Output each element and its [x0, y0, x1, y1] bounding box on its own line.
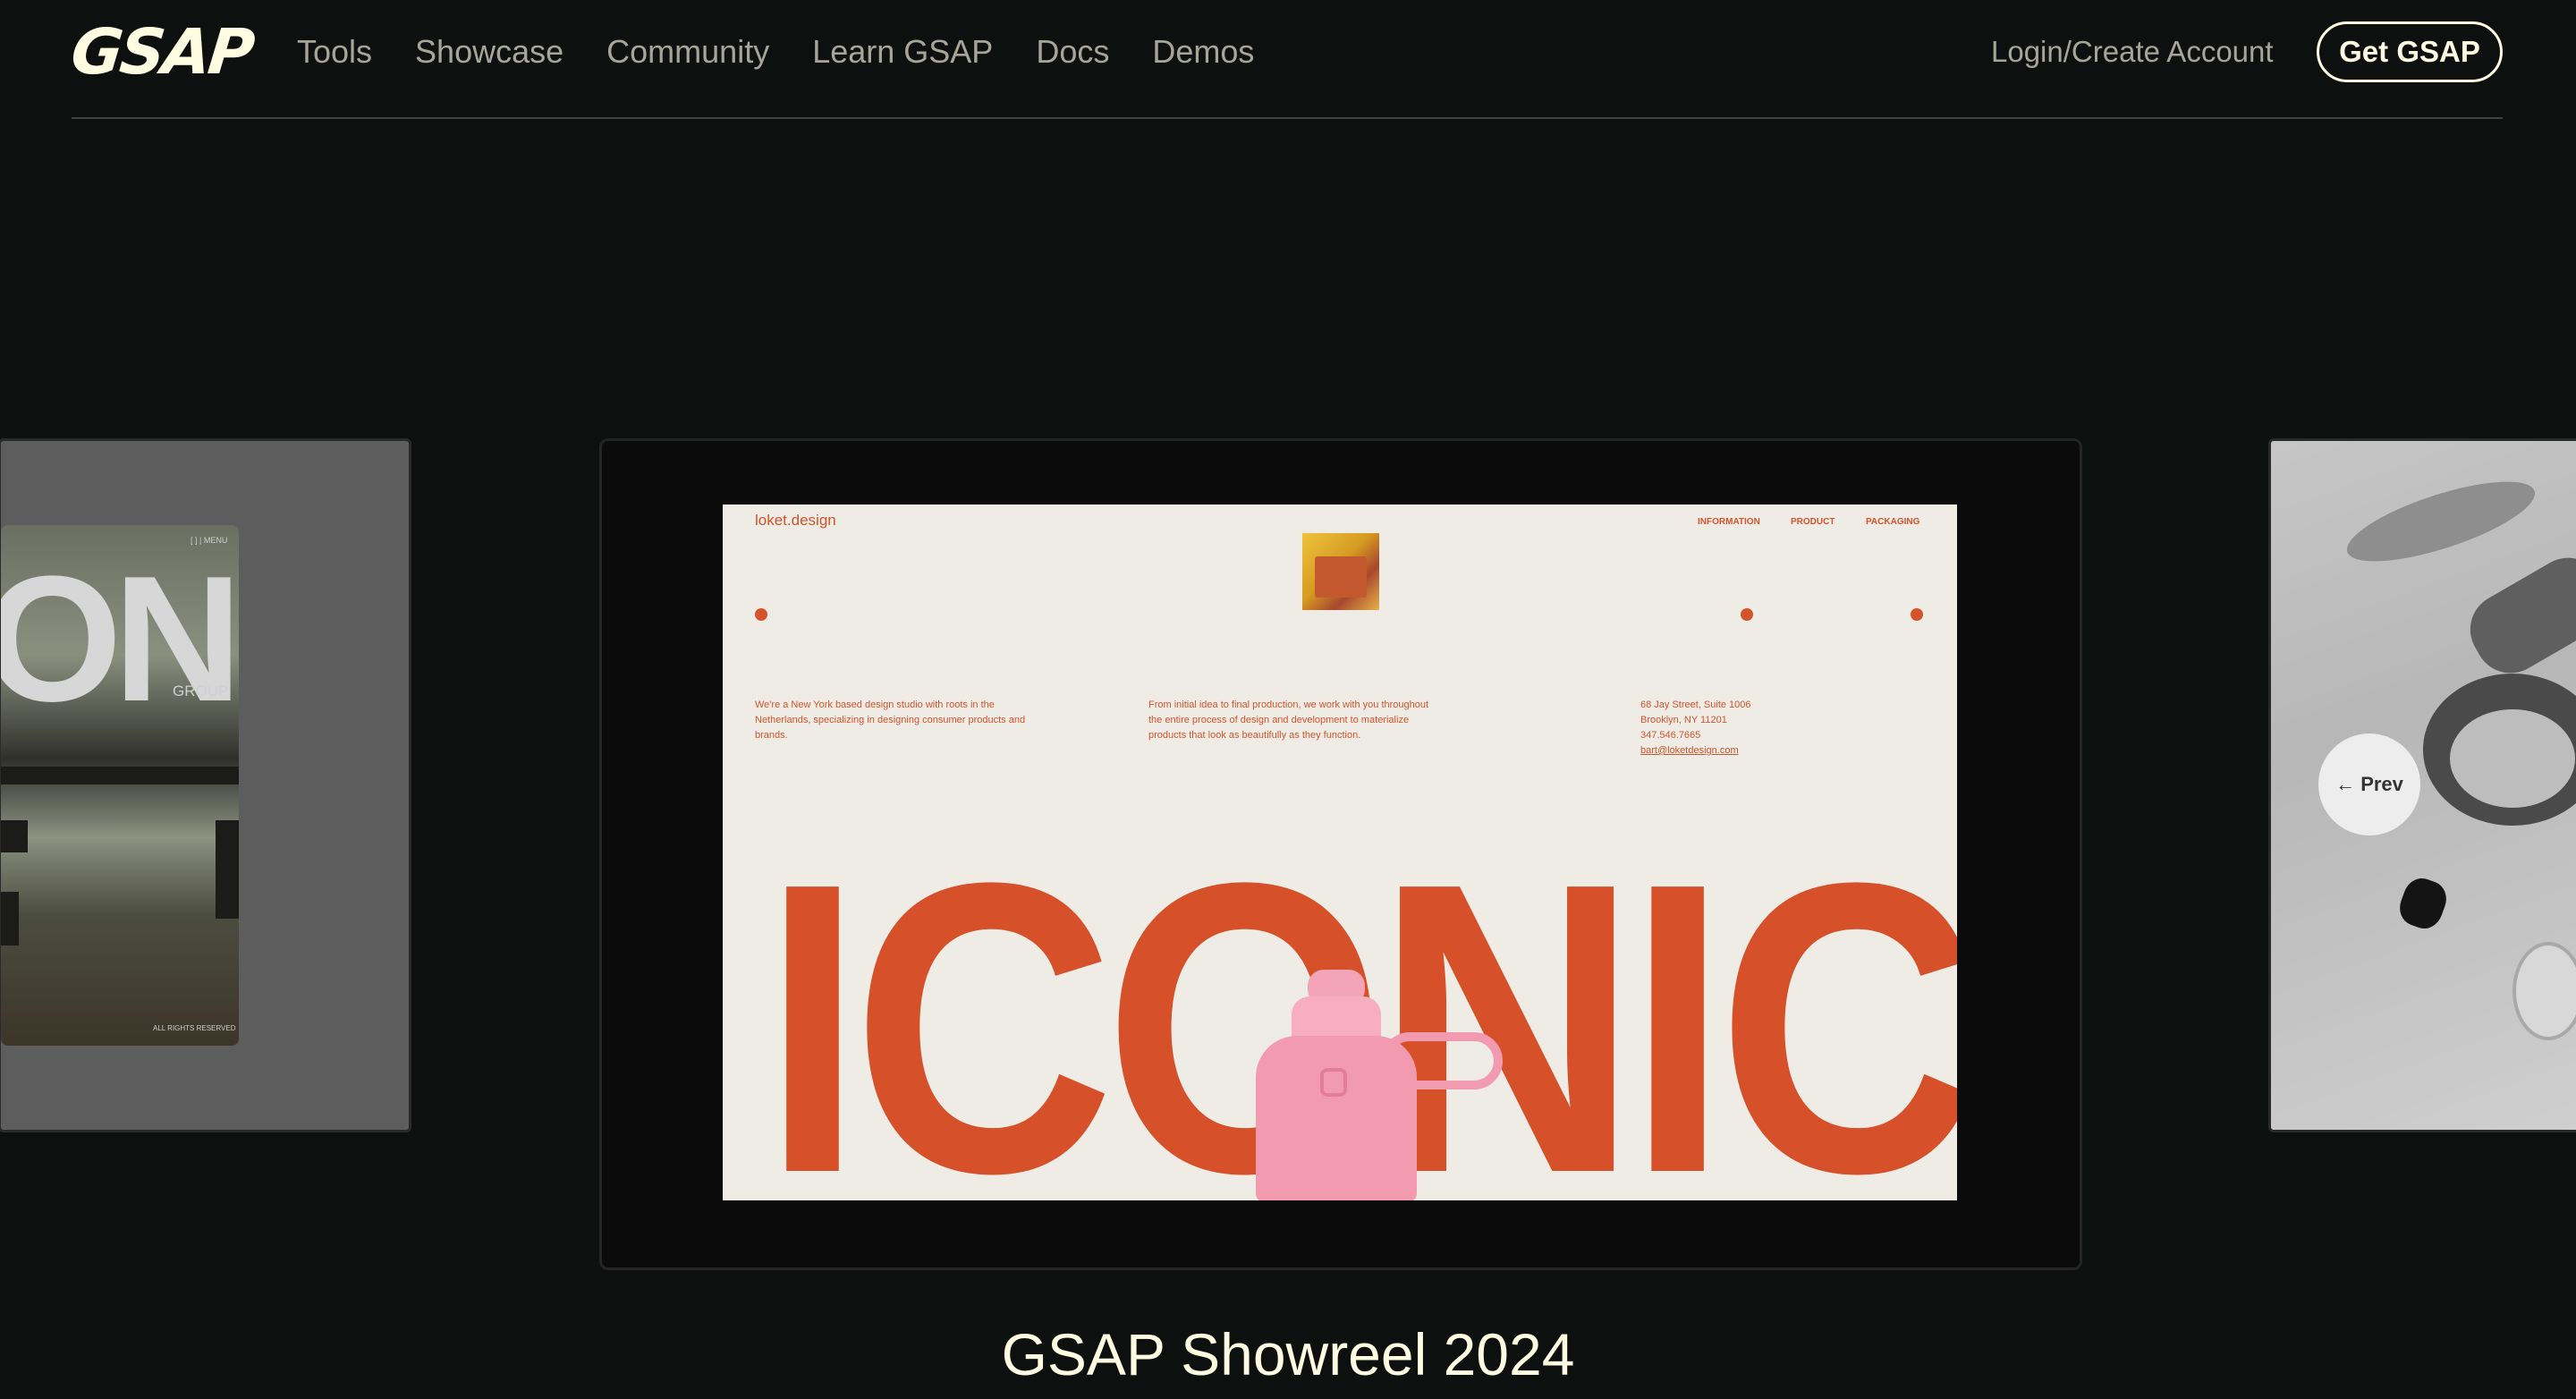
nav-divider [72, 117, 2503, 119]
gsap-logo[interactable]: GSAP [68, 15, 256, 89]
prev-button[interactable]: ← Prev [2318, 733, 2420, 835]
nav-link-demos[interactable]: Demos [1152, 30, 1254, 73]
slide-thumbnail: [ ] | MENU ON GROUP ALL RIGHTS RESERVED [1, 525, 239, 1046]
login-link[interactable]: Login/Create Account [1991, 30, 2274, 73]
process-paragraph: From initial idea to final production, w… [1148, 700, 1429, 741]
nav-link-tools[interactable]: Tools [297, 30, 372, 73]
nav-link-showcase[interactable]: Showcase [415, 30, 564, 73]
showreel-title: GSAP Showreel 2024 [1001, 1321, 1575, 1387]
slide-subtitle: GROUP [173, 683, 229, 700]
intro-paragraph: We're a New York based design studio wit… [755, 700, 1026, 741]
top-nav: GSAP Tools Showcase Community Learn GSAP… [0, 0, 2576, 120]
site-nav-packaging: PACKAGING [1866, 517, 1920, 527]
site-nav-product: PRODUCT [1791, 517, 1835, 527]
nav-link-learn[interactable]: Learn GSAP [812, 30, 993, 73]
nav-link-docs[interactable]: Docs [1036, 30, 1109, 73]
nav-links: Tools Showcase Community Learn GSAP Docs… [297, 30, 1297, 73]
email-link: bart@loketdesign.com [1640, 745, 1739, 756]
dot-marker [755, 608, 767, 621]
get-gsap-button[interactable]: Get GSAP [2317, 21, 2503, 82]
site-logo: loket.design [755, 512, 836, 529]
carousel-slide-previous[interactable]: [ ] | MENU ON GROUP ALL RIGHTS RESERVED [0, 438, 411, 1132]
address-block: 68 Jay Street, Suite 1006 Brooklyn, NY 1… [1640, 700, 1751, 756]
showreel-video[interactable]: loket.design INFORMATION PRODUCT PACKAGI… [723, 504, 1957, 1200]
dot-marker [1741, 608, 1753, 621]
product-thumbnail [1302, 533, 1379, 610]
dot-marker [1911, 608, 1923, 621]
pink-bottle-image [1256, 970, 1503, 1200]
site-nav-information: INFORMATION [1698, 517, 1760, 527]
slide-headline: ON [1, 539, 239, 739]
carousel-slide-next[interactable] [2268, 438, 2576, 1132]
nav-link-community[interactable]: Community [606, 30, 769, 73]
slide-footer: ALL RIGHTS RESERVED [153, 1024, 236, 1032]
